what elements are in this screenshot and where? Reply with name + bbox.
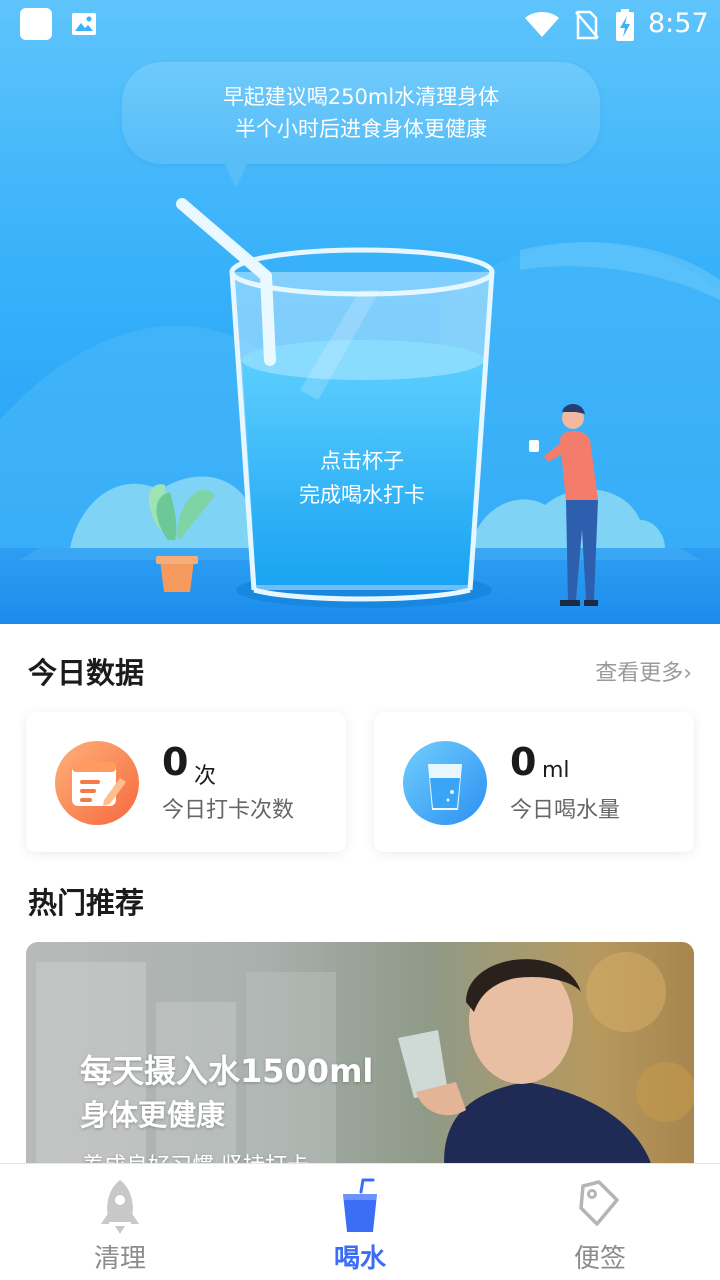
image-icon	[72, 13, 96, 35]
cup-hint-line-2: 完成喝水打卡	[299, 483, 425, 507]
status-bar: 8:57	[0, 0, 720, 50]
view-more-link[interactable]: 查看更多›	[595, 655, 692, 687]
banner-subtitle: 身体更健康	[80, 1098, 226, 1132]
water-glass-icon	[403, 741, 487, 825]
bubble-tail	[222, 158, 250, 188]
checkin-count-unit: 次	[194, 764, 217, 789]
today-data-title: 今日数据	[28, 656, 145, 690]
hero-section: 8:57 早起建议喝250ml水清理身体 半个小时后进食身体更健康 点击杯子 完…	[0, 0, 720, 624]
tag-icon	[579, 1180, 619, 1226]
cup-icon	[343, 1178, 377, 1232]
cup-checkin-button[interactable]: 点击杯子 完成喝水打卡	[262, 444, 462, 512]
clock: 8:57	[648, 8, 709, 39]
tip-line-1: 早起建议喝250ml水清理身体	[222, 85, 500, 109]
water-amount-card[interactable]: 0 ml 今日喝水量	[374, 712, 694, 852]
nav-notes[interactable]: 便签	[480, 1164, 720, 1280]
nav-drink-water[interactable]: 喝水	[240, 1164, 480, 1280]
nav-clean-label: 清理	[93, 1244, 146, 1274]
cup-hint-line-1: 点击杯子	[320, 449, 404, 473]
no-sim-icon	[575, 10, 599, 40]
app-notification-icon	[20, 8, 52, 40]
wifi-icon	[525, 12, 559, 37]
notepad-icon	[55, 741, 139, 825]
water-amount-unit: ml	[542, 758, 570, 783]
nav-notes-label: 便签	[573, 1244, 626, 1274]
recommend-banner[interactable]: 每天摄入水1500ml 身体更健康 养成良好习惯 坚持打卡	[26, 942, 694, 1182]
recommend-title: 热门推荐	[28, 886, 145, 920]
checkin-count-label: 今日打卡次数	[162, 798, 295, 823]
battery-charging-icon	[616, 9, 634, 41]
rocket-icon	[101, 1180, 139, 1234]
water-amount-value: 0	[510, 740, 537, 784]
nav-drink-water-label: 喝水	[333, 1244, 386, 1274]
checkin-count-card[interactable]: 0 次 今日打卡次数	[26, 712, 346, 852]
banner-title: 每天摄入水1500ml	[80, 1052, 374, 1090]
tip-line-2: 半个小时后进食身体更健康	[235, 117, 487, 141]
nav-clean[interactable]: 清理	[0, 1164, 240, 1280]
checkin-count-value: 0	[162, 740, 189, 784]
bottom-nav: 清理 喝水 便签	[0, 1163, 720, 1280]
water-amount-label: 今日喝水量	[510, 798, 621, 823]
tip-bubble: 早起建议喝250ml水清理身体 半个小时后进食身体更健康	[122, 62, 600, 164]
